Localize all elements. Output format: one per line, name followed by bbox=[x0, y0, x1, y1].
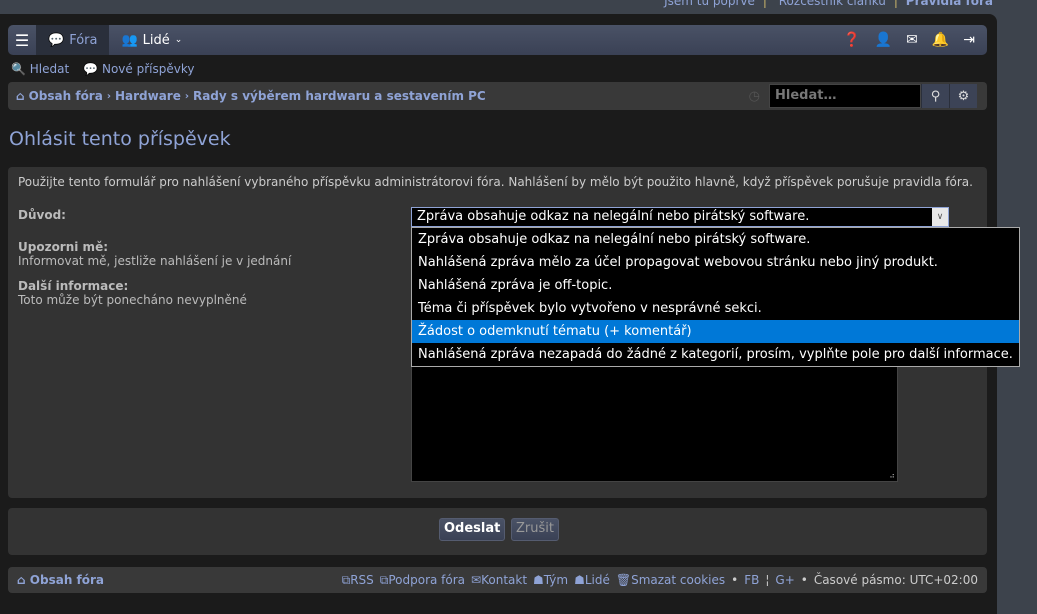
reason-select[interactable]: Zpráva obsahuje odkaz na nelegální nebo … bbox=[411, 207, 949, 227]
notify-label: Upozorni mě: bbox=[18, 240, 108, 254]
crumb-forum[interactable]: Rady s výběrem hardwaru a sestavením PC bbox=[193, 89, 486, 103]
search-link[interactable]: 🔍 Hledat bbox=[11, 62, 69, 76]
advanced-search-button[interactable]: ⚙ bbox=[949, 84, 977, 108]
reason-dropdown: Zpráva obsahuje odkaz na nelegální nebo … bbox=[411, 227, 1020, 367]
users-icon: 👥 bbox=[121, 32, 138, 48]
support-label: Podpora fóra bbox=[388, 572, 466, 587]
footer-contact[interactable]: ✉Kontakt bbox=[471, 573, 527, 588]
footer-home-label: Obsah fóra bbox=[29, 573, 105, 587]
reason-option[interactable]: Nahlášená zpráva mělo za účel propagovat… bbox=[412, 251, 1019, 274]
search-icon: 🔍 bbox=[11, 62, 26, 76]
tab-people[interactable]: 👥 Lidé ⌄ bbox=[109, 25, 194, 55]
crumb-hardware[interactable]: Hardware bbox=[115, 89, 181, 103]
page-wrapper: ☰ 💬 Fóra 👥 Lidé ⌄ ❓ 👤 ✉ 🔔 ⇥ 🔍 Hledat 💬 Nové… bbox=[0, 14, 1020, 614]
cancel-button[interactable]: Zrušit bbox=[511, 518, 559, 541]
reason-label: Důvod: bbox=[18, 208, 66, 222]
notify-desc: Informovat mě, jestliže nahlášení je v j… bbox=[18, 254, 292, 268]
team-label: Tým bbox=[543, 572, 569, 587]
footer-team[interactable]: ☗Tým bbox=[533, 573, 568, 588]
help-icon[interactable]: ❓ bbox=[843, 32, 860, 48]
page-title: Ohlásit tento příspěvek bbox=[9, 128, 231, 150]
home-icon: ⌂ bbox=[16, 89, 25, 103]
timezone: Časové pásmo: UTC+02:00 bbox=[813, 572, 978, 587]
people-label: Lidé bbox=[584, 572, 610, 587]
menu-icon[interactable]: ☰ bbox=[8, 25, 36, 55]
form-intro: Použijte tento formulář pro nahlášení vy… bbox=[18, 175, 973, 189]
chevron-down-icon: ⌄ bbox=[174, 35, 183, 45]
footer-home[interactable]: ⌂ Obsah fóra bbox=[17, 573, 104, 587]
reason-option[interactable]: Téma či příspěvek bylo vytvořeno v nespr… bbox=[412, 297, 1019, 320]
user-icon[interactable]: 👤 bbox=[875, 32, 892, 48]
search-input[interactable]: Hledat… bbox=[769, 84, 921, 108]
chat-icon: 💬 bbox=[48, 32, 65, 48]
reason-selected: Zpráva obsahuje odkaz na nelegální nebo … bbox=[417, 209, 810, 224]
quick-links: 🔍 Hledat 💬 Nové příspěvky bbox=[11, 62, 194, 76]
breadcrumb: ⌂ Obsah fóra › Hardware › Rady s výběrem h… bbox=[8, 82, 987, 110]
reason-option[interactable]: Žádost o odemknutí tématu (+ komentář) bbox=[412, 320, 1019, 343]
logout-icon[interactable]: ⇥ bbox=[963, 32, 975, 48]
home-icon: ⌂ bbox=[17, 573, 26, 587]
footer-cookies[interactable]: 🗑Smazat cookies bbox=[616, 573, 725, 588]
report-form: Použijte tento formulář pro nahlášení vy… bbox=[8, 167, 1020, 498]
rss-label: RSS bbox=[350, 572, 374, 587]
tab-forums[interactable]: 💬 Fóra bbox=[36, 25, 110, 55]
chat-icon: 💬 bbox=[83, 62, 99, 76]
reason-option[interactable]: Zpráva obsahuje odkaz na nelegální nebo … bbox=[412, 228, 1019, 251]
mail-icon[interactable]: ✉ bbox=[906, 32, 918, 48]
reason-option[interactable]: Nahlášená zpráva je off-topic. bbox=[412, 274, 1019, 297]
link-first-time[interactable]: Jsem tu poprvé bbox=[664, 0, 755, 8]
search-icon: ⚲ bbox=[930, 88, 941, 104]
footer-people[interactable]: ☗Lidé bbox=[574, 573, 610, 588]
footer: ⌂ Obsah fóra ⧉RSS ⧉Podpora fóra ✉Kontakt… bbox=[8, 567, 987, 593]
crumb-home[interactable]: Obsah fóra bbox=[29, 89, 103, 103]
link-rules[interactable]: Pravidla fóra bbox=[906, 0, 993, 8]
new-posts-label: Nové příspěvky bbox=[101, 62, 195, 76]
footer-rss[interactable]: ⧉RSS bbox=[342, 573, 374, 588]
info-label: Další informace: bbox=[18, 279, 129, 293]
search-box: Hledat… ⚲ ⚙ bbox=[769, 84, 977, 108]
contact-label: Kontakt bbox=[481, 572, 528, 587]
link-articles[interactable]: Rozcestník článků bbox=[779, 0, 886, 8]
reason-option[interactable]: Nahlášená zpráva nezapadá do žádné z kat… bbox=[412, 343, 1019, 366]
top-links: Jsem tu poprvé | Rozcestník článků | Pravi… bbox=[660, 0, 993, 8]
cookies-label: Smazat cookies bbox=[631, 572, 726, 587]
tab-people-label: Lidé bbox=[142, 32, 170, 48]
tab-forums-label: Fóra bbox=[69, 32, 98, 48]
footer-support[interactable]: ⧉Podpora fóra bbox=[380, 573, 465, 588]
resize-handle-icon[interactable]: ⠴ bbox=[889, 471, 895, 480]
search-button[interactable]: ⚲ bbox=[921, 84, 949, 108]
button-bar: Odeslat Zrušit bbox=[8, 508, 987, 555]
info-desc: Toto může být ponecháno nevyplněné bbox=[18, 293, 247, 307]
clock-icon: ◷ bbox=[748, 88, 760, 104]
search-link-label: Hledat bbox=[29, 62, 70, 76]
chevron-down-icon[interactable]: ∨ bbox=[932, 208, 948, 226]
bell-icon[interactable]: 🔔 bbox=[932, 32, 949, 48]
submit-button[interactable]: Odeslat bbox=[439, 518, 506, 541]
navbar: ☰ 💬 Fóra 👥 Lidé ⌄ ❓ 👤 ✉ 🔔 ⇥ bbox=[8, 25, 987, 55]
footer-gplus[interactable]: G+ bbox=[775, 573, 794, 588]
gear-icon: ⚙ bbox=[957, 88, 970, 104]
footer-fb[interactable]: FB bbox=[744, 573, 759, 588]
new-posts-link[interactable]: 💬 Nové příspěvky bbox=[83, 62, 194, 76]
info-textarea[interactable]: ⠴ bbox=[411, 357, 898, 482]
